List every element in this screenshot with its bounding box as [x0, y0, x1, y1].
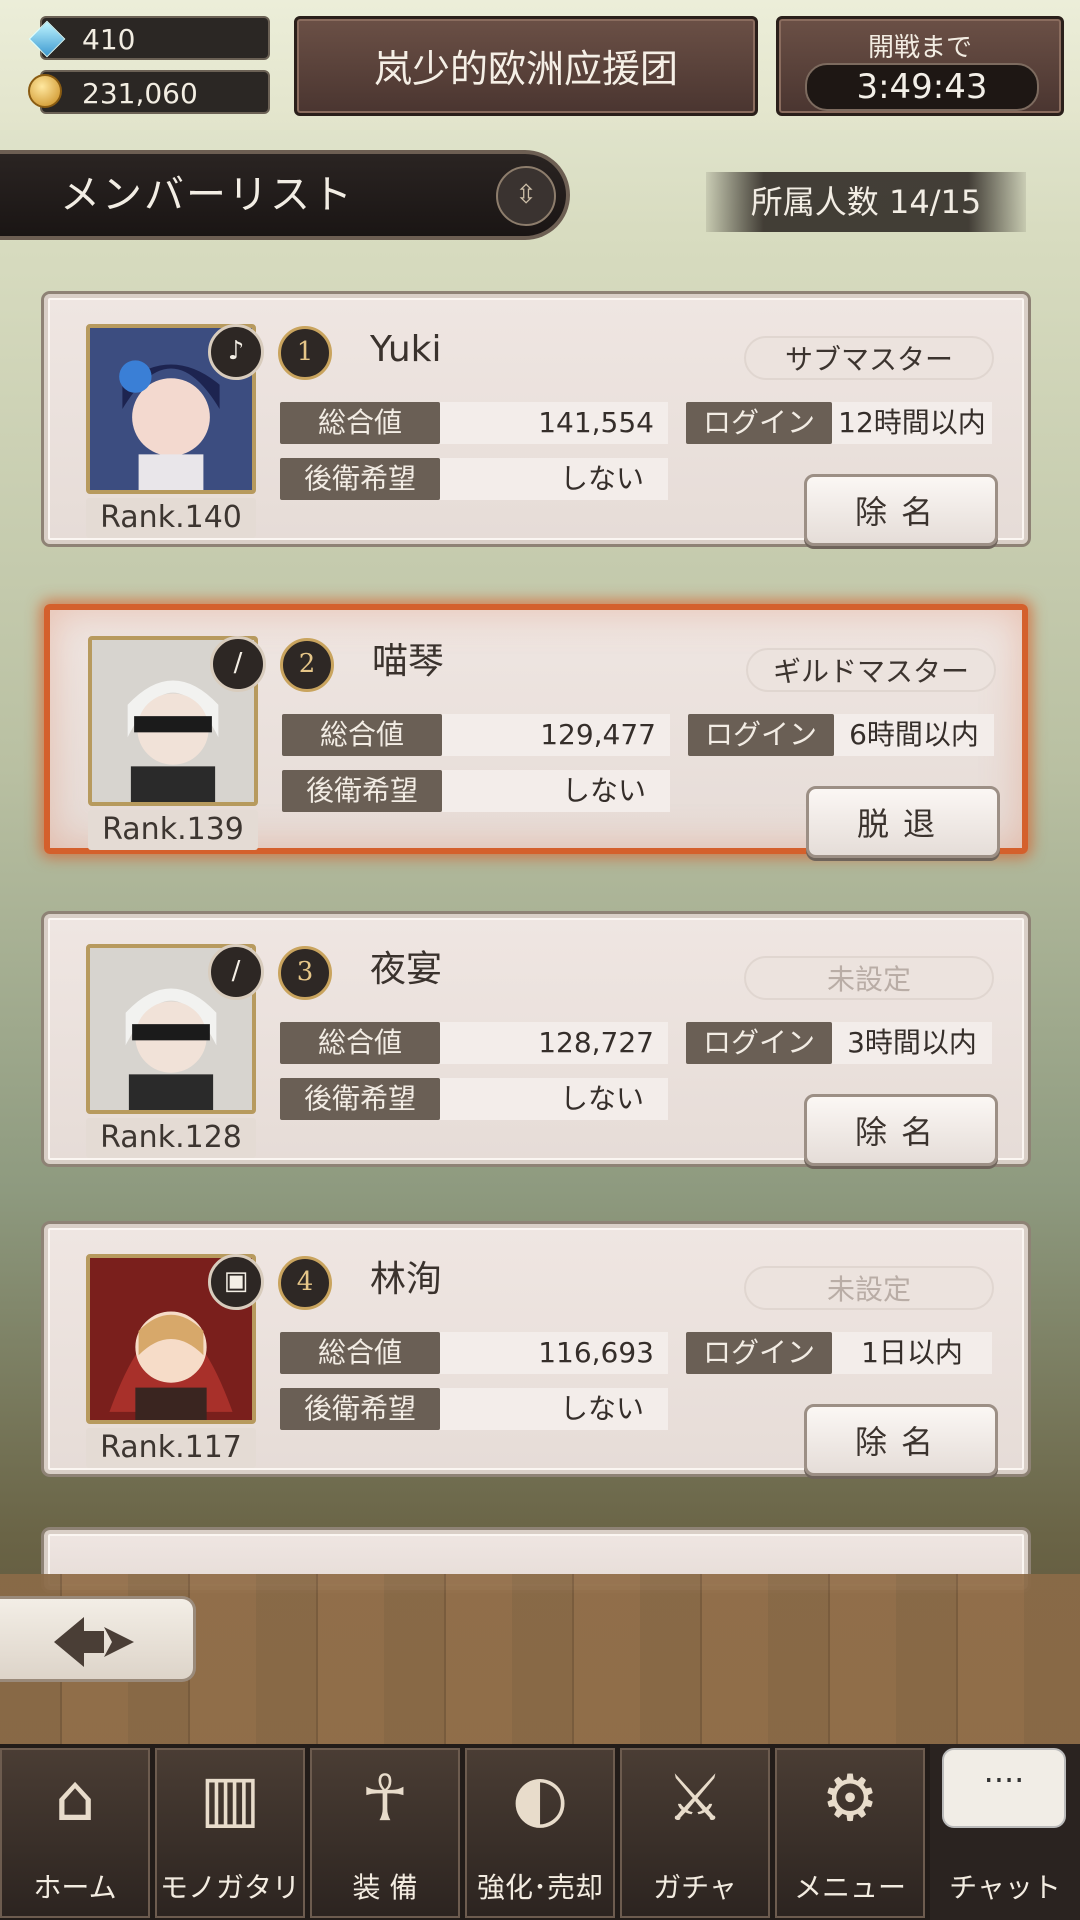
login-label: ログイン [686, 1332, 832, 1374]
login-value: 12時間以内 [832, 402, 992, 444]
gold-counter: 231,060 [28, 70, 270, 114]
battle-countdown: 開戦まで 3:49:43 [776, 16, 1064, 116]
sort-toggle-icon[interactable]: ⇳ [496, 166, 556, 226]
nav-menu[interactable]: ⚙ メニュー [775, 1748, 925, 1918]
gem-counter: 410 [28, 16, 270, 60]
kick-button[interactable]: 除名 [804, 1404, 998, 1476]
battle-label: 開戦まで [867, 33, 972, 63]
nav-label: メニュー [793, 1871, 906, 1904]
member-card: ▣ Rank.117 4 林洵 未設定 総合値 116,693 ログイン 1日以… [44, 1224, 1028, 1476]
crossed-swords-icon: ⚔ [666, 1762, 724, 1836]
rear-label: 後衛希望 [280, 458, 440, 500]
total-label: 総合値 [282, 714, 442, 756]
member-role: 未設定 [744, 956, 994, 1000]
bottom-nav: ⌂ ホーム ▥ モノガタリ ☥ 装 備 ◐ 強化･売却 ⚔ ガチャ ⚙ メニュー… [0, 1744, 1080, 1920]
rear-value: しない [442, 770, 670, 812]
nav-label: モノガタリ [159, 1871, 300, 1904]
harp-icon: ♪ [208, 324, 264, 380]
rear-label: 後衛希望 [282, 770, 442, 812]
nav-gacha[interactable]: ⚔ ガチャ [620, 1748, 770, 1918]
member-list-title: メンバーリスト [60, 172, 354, 218]
nav-label: ホーム [33, 1871, 117, 1904]
total-label: 総合値 [280, 1022, 440, 1064]
nav-equipment[interactable]: ☥ 装 備 [310, 1748, 460, 1918]
rear-value: しない [440, 458, 668, 500]
total-value: 128,727 [440, 1022, 668, 1064]
list-position-badge: 4 [278, 1256, 332, 1310]
total-value: 129,477 [442, 714, 670, 756]
open-book-icon: ▥ [199, 1762, 261, 1836]
member-list-header: メンバーリスト ⇳ [0, 150, 570, 240]
member-name: 喵琴 [372, 641, 445, 682]
book-icon: ▣ [208, 1254, 264, 1310]
nav-enhance-sell[interactable]: ◐ 強化･売却 [465, 1748, 615, 1918]
guild-name: 岚少的欧洲应援团 [373, 47, 678, 91]
total-label: 総合値 [280, 1332, 440, 1374]
member-name: 林洵 [370, 1259, 443, 1300]
total-value: 116,693 [440, 1332, 668, 1374]
member-name: Yuki [370, 329, 442, 370]
mask-icon: ◐ [512, 1762, 568, 1836]
list-position-badge: 3 [278, 946, 332, 1000]
total-value: 141,554 [440, 402, 668, 444]
nav-story[interactable]: ▥ モノガタリ [155, 1748, 305, 1918]
login-label: ログイン [688, 714, 834, 756]
spear-icon: / [210, 636, 266, 692]
nav-label: ガチャ [653, 1871, 737, 1904]
kick-button[interactable]: 除名 [804, 474, 998, 546]
gold-count: 231,060 [82, 77, 198, 110]
login-label: ログイン [686, 1022, 832, 1064]
member-count: 所属人数 14/15 [706, 172, 1026, 232]
castle-icon: ⌂ [54, 1762, 96, 1836]
chat-label: チャット [949, 1871, 1061, 1904]
battle-timer: 3:49:43 [805, 63, 1039, 111]
coin-icon [28, 74, 64, 110]
member-role: 未設定 [744, 1266, 994, 1310]
spear-icon: / [208, 944, 264, 1000]
gem-icon [28, 20, 66, 58]
nav-home[interactable]: ⌂ ホーム [0, 1748, 150, 1918]
guild-name-button[interactable]: 岚少的欧洲应援团 [294, 16, 758, 116]
rear-label: 後衛希望 [280, 1078, 440, 1120]
kick-button[interactable]: 除名 [804, 1094, 998, 1166]
member-role: サブマスター [744, 336, 994, 380]
player-rank: Rank.139 [88, 810, 258, 850]
player-rank: Rank.140 [86, 498, 256, 538]
login-value: 3時間以内 [832, 1022, 992, 1064]
member-card: ♪ Rank.140 1 Yuki サブマスター 総合値 141,554 ログイ… [44, 294, 1028, 546]
nav-label: 装 備 [352, 1871, 418, 1904]
rear-value: しない [440, 1078, 668, 1120]
nav-label: 強化･売却 [476, 1871, 603, 1904]
login-value: 6時間以内 [834, 714, 994, 756]
member-role: ギルドマスター [746, 648, 996, 692]
list-position-badge: 1 [278, 326, 332, 380]
member-name: 夜宴 [370, 949, 443, 990]
gears-icon: ⚙ [821, 1762, 879, 1836]
player-rank: Rank.128 [86, 1118, 256, 1158]
login-label: ログイン [686, 402, 832, 444]
chat-bubble-icon: ···· [942, 1748, 1066, 1828]
puppet-icon: ☥ [361, 1762, 409, 1836]
member-card-self: / Rank.139 2 喵琴 ギルドマスター 総合値 129,477 ログイン… [44, 604, 1028, 858]
rear-value: しない [440, 1388, 668, 1430]
rear-label: 後衛希望 [280, 1388, 440, 1430]
login-value: 1日以内 [832, 1332, 992, 1374]
leave-guild-button[interactable]: 脱退 [806, 786, 1000, 858]
chat-button[interactable]: ···· チャット [930, 1744, 1080, 1920]
list-position-badge: 2 [280, 638, 334, 692]
back-arrow-icon [54, 1617, 134, 1667]
back-button[interactable] [0, 1596, 196, 1682]
total-label: 総合値 [280, 402, 440, 444]
member-card: / Rank.128 3 夜宴 未設定 総合値 128,727 ログイン 3時間… [44, 914, 1028, 1166]
gem-count: 410 [82, 23, 136, 56]
player-rank: Rank.117 [86, 1428, 256, 1468]
